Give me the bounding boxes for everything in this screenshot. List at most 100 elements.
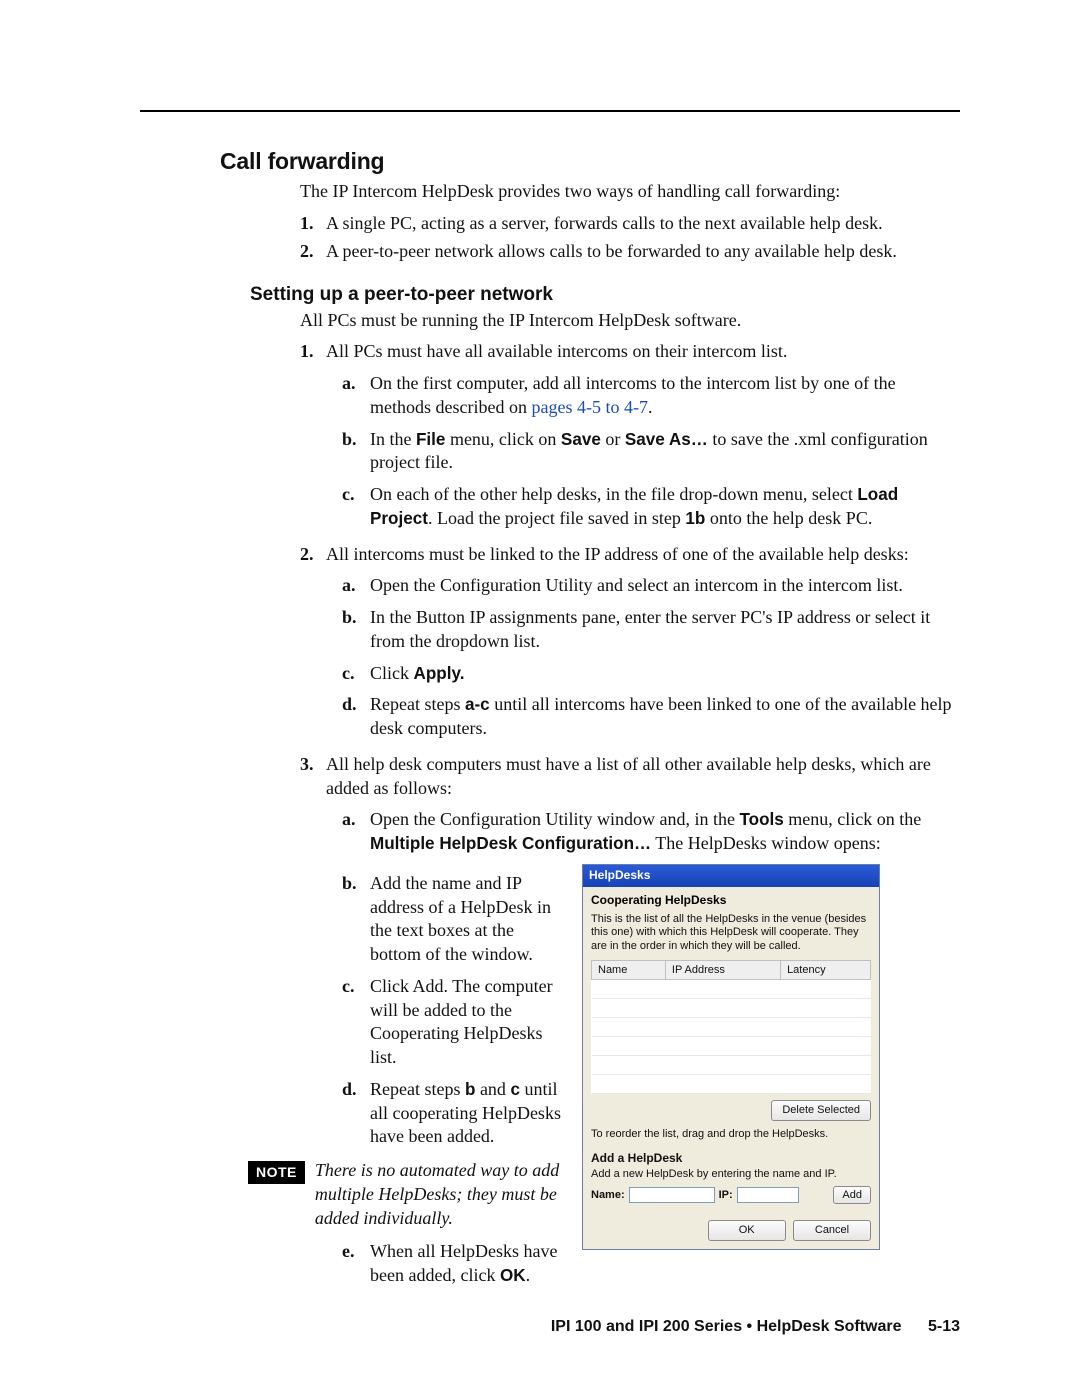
dialog-titlebar: HelpDesks [583, 865, 879, 887]
substep-text: In the Button IP assignments pane, enter… [370, 606, 960, 654]
page-footer: IPI 100 and IPI 200 Series • HelpDesk So… [551, 1316, 960, 1337]
text: menu, click on [445, 429, 560, 449]
text: menu, click on the [784, 809, 921, 829]
substep-letter: a. [342, 574, 370, 598]
step-ref: 1b [685, 509, 705, 528]
list-item: 2.A peer-to-peer network allows calls to… [300, 240, 960, 264]
step-text: All intercoms must be linked to the IP a… [326, 544, 909, 564]
add-helpdesk-title: Add a HelpDesk [591, 1151, 871, 1167]
group-title: Cooperating HelpDesks [591, 893, 871, 909]
substep: a. On the first computer, add all interc… [342, 372, 960, 420]
helpdesks-table[interactable]: Name IP Address Latency [591, 960, 871, 1095]
table-row[interactable] [592, 999, 871, 1018]
substep-text: Add the name and IP address of a HelpDes… [370, 872, 566, 967]
list-number: 2. [300, 240, 326, 264]
ui-term: Multiple HelpDesk Configuration… [370, 834, 651, 853]
substep: c. On each of the other help desks, in t… [342, 483, 960, 531]
table-row[interactable] [592, 1037, 871, 1056]
ui-term: OK [500, 1266, 526, 1285]
text: Repeat steps [370, 694, 465, 714]
setup-steps: 1. All PCs must have all available inter… [300, 340, 960, 1296]
step-1: 1. All PCs must have all available inter… [300, 340, 960, 538]
table-row[interactable] [592, 1056, 871, 1075]
substep-letter: c. [342, 975, 370, 1070]
text: or [601, 429, 625, 449]
substep-letter: a. [342, 808, 370, 856]
text: . [648, 397, 653, 417]
document-page: Call forwarding The IP Intercom HelpDesk… [0, 0, 1080, 1397]
lead-paragraph: The IP Intercom HelpDesk provides two wa… [300, 180, 960, 204]
substep-letter: d. [342, 693, 370, 741]
step-1-substeps: a. On the first computer, add all interc… [326, 372, 960, 531]
step-3-left-text: b.Add the name and IP address of a HelpD… [326, 864, 566, 1296]
page-number: 5-13 [928, 1318, 960, 1335]
substep-letter: e. [342, 1240, 370, 1288]
ui-term: Save As… [625, 430, 708, 449]
page-crossref-link[interactable]: pages 4-5 to 4-7 [531, 397, 647, 417]
top-horizontal-rule [140, 110, 960, 112]
substep-letter: c. [342, 662, 370, 686]
subsection-body: All PCs must be running the IP Intercom … [140, 309, 960, 1296]
step-number: 1. [300, 340, 326, 538]
ok-button[interactable]: OK [708, 1220, 786, 1241]
ip-input[interactable] [737, 1187, 799, 1203]
delete-selected-button[interactable]: Delete Selected [771, 1100, 871, 1121]
text: On each of the other help desks, in the … [370, 484, 857, 504]
table-row[interactable] [592, 1075, 871, 1094]
delete-row: Delete Selected [591, 1100, 871, 1121]
list-number: 1. [300, 212, 326, 236]
step-ref: c [510, 1080, 520, 1099]
reorder-note: To reorder the list, drag and drop the H… [591, 1127, 871, 1142]
substep: c. Click Apply. [342, 662, 960, 686]
ui-term: Tools [739, 810, 783, 829]
dialog-bottom-buttons: OK Cancel [591, 1220, 871, 1241]
list-text: A peer-to-peer network allows calls to b… [326, 240, 897, 264]
note-badge: NOTE [248, 1161, 305, 1183]
text: The HelpDesks window opens: [655, 833, 880, 853]
substep-text: Click Apply. [370, 662, 464, 686]
step-2-substeps: a.Open the Configuration Utility and sel… [326, 574, 960, 741]
add-helpdesk-desc: Add a new HelpDesk by entering the name … [591, 1167, 871, 1182]
substep-letter: b. [342, 872, 370, 967]
substep: b.In the Button IP assignments pane, ent… [342, 606, 960, 654]
section-title: Call forwarding [140, 146, 960, 176]
forwarding-ways-list: 1.A single PC, acting as a server, forwa… [300, 212, 960, 264]
step-3: 3. All help desk computers must have a l… [300, 753, 960, 1296]
text: Open the Configuration Utility window an… [370, 809, 739, 829]
sublead-paragraph: All PCs must be running the IP Intercom … [300, 309, 960, 333]
body-content: The IP Intercom HelpDesk provides two wa… [140, 180, 960, 263]
substep-text: Open the Configuration Utility window an… [370, 808, 960, 856]
substep-text: Repeat steps a-c until all intercoms hav… [370, 693, 960, 741]
text: and [475, 1079, 510, 1099]
substep-text: Repeat steps b and c until all cooperati… [370, 1078, 566, 1149]
ui-term: Save [561, 430, 601, 449]
cancel-button[interactable]: Cancel [793, 1220, 871, 1241]
substep: d. Repeat steps b and c until all cooper… [342, 1078, 566, 1149]
substep-text: In the File menu, click on Save or Save … [370, 428, 960, 476]
substep-text: Open the Configuration Utility and selec… [370, 574, 903, 598]
substep-letter: a. [342, 372, 370, 420]
substep: c.Click Add. The computer will be added … [342, 975, 566, 1070]
substep: a.Open the Configuration Utility and sel… [342, 574, 960, 598]
text: . [526, 1265, 531, 1285]
col-latency[interactable]: Latency [781, 960, 871, 980]
col-name[interactable]: Name [592, 960, 666, 980]
col-ip[interactable]: IP Address [665, 960, 780, 980]
substep: b.Add the name and IP address of a HelpD… [342, 872, 566, 967]
subheading: Setting up a peer-to-peer network [140, 282, 960, 307]
table-row[interactable] [592, 980, 871, 999]
substep-text: When all HelpDesks have been added, clic… [370, 1240, 566, 1288]
step-3-substeps: a. Open the Configuration Utility window… [326, 808, 960, 856]
add-button[interactable]: Add [833, 1186, 871, 1205]
name-input[interactable] [629, 1187, 715, 1203]
footer-title: IPI 100 and IPI 200 Series • HelpDesk So… [551, 1318, 902, 1335]
table-row[interactable] [592, 1018, 871, 1037]
text: onto the help desk PC. [705, 508, 872, 528]
helpdesks-dialog: HelpDesks Cooperating HelpDesks This is … [582, 864, 880, 1250]
substep: b. In the File menu, click on Save or Sa… [342, 428, 960, 476]
dialog-body: Cooperating HelpDesks This is the list o… [583, 887, 879, 1249]
text: Click [370, 663, 414, 683]
substep-text: On the first computer, add all intercoms… [370, 372, 960, 420]
substep-letter: d. [342, 1078, 370, 1149]
substep: a. Open the Configuration Utility window… [342, 808, 960, 856]
